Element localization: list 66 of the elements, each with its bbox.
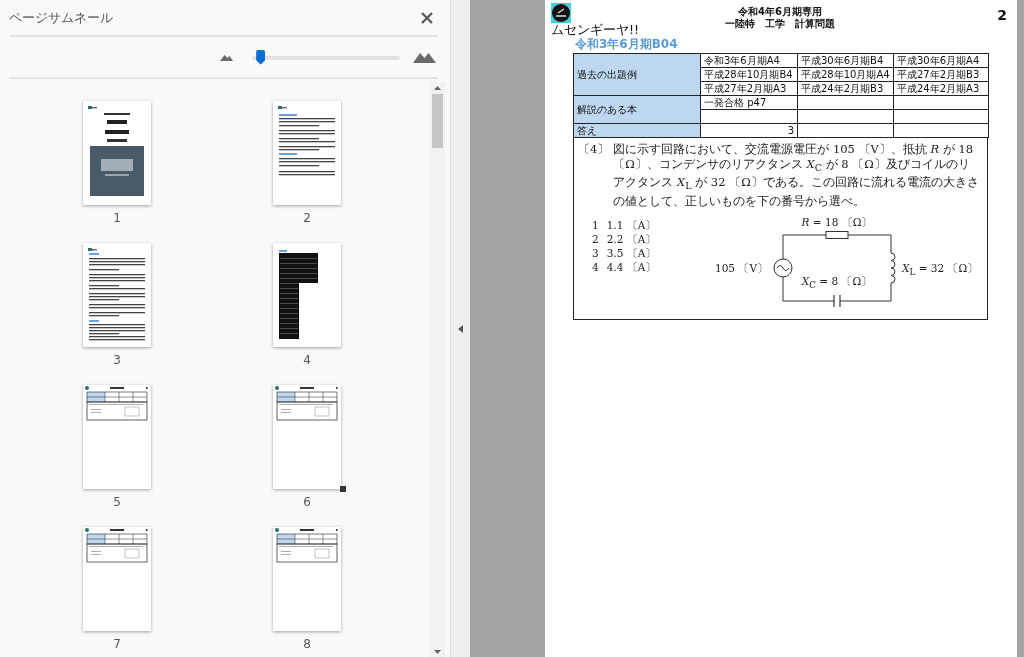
table-cell: 一発合格 p47 [700, 95, 798, 110]
table-cell: 平成28年10月期A4 [797, 67, 894, 82]
option-value: 2.2 〔A〕 [606, 232, 657, 246]
logo-text: ムセンギーヤ!! [551, 23, 640, 37]
page-number: 2 [997, 7, 1007, 23]
logo-icon [551, 3, 571, 23]
page-number-label: 1 [113, 211, 121, 225]
header-line: 一陸特 工学 計算問題 [725, 18, 835, 30]
option-number: 3 [592, 246, 599, 260]
ac-source-icon [773, 258, 793, 278]
page-number-label: 2 [303, 211, 311, 225]
page-thumbnail[interactable] [273, 527, 341, 631]
panel-title: ページサムネール [9, 9, 113, 26]
scroll-down-arrow-icon[interactable] [434, 650, 441, 654]
page-number-label: 4 [303, 353, 311, 367]
option-number: 2 [592, 232, 599, 246]
large-mountain-icon[interactable] [413, 51, 436, 63]
inductor-coil [890, 252, 896, 284]
resistor [825, 230, 849, 239]
table-cell: 3 [700, 123, 798, 138]
option-value: 1.1 〔A〕 [606, 218, 657, 232]
page-thumbnail[interactable] [83, 527, 151, 631]
scrollbar-thumb[interactable] [432, 94, 443, 148]
page-thumbnail[interactable] [83, 243, 151, 347]
scrollbar-track[interactable] [430, 82, 445, 657]
option-number: 1 [592, 218, 599, 232]
inductor-label: X$_{L}$ = 32 〔Ω〕 [902, 261, 979, 278]
page-number-label: 7 [113, 637, 121, 651]
collapse-panel-button[interactable] [458, 324, 463, 333]
row-label-cell: 過去の出題例 [573, 53, 701, 96]
question-text: 図に示す回路において、交流電源電圧が 105 〔V〕、抵抗 R が 18 〔Ω〕、コンデンサのリアクタンス X$_{C}$ が 8 〔Ω〕及びコイルのリアクタンス X$_{L}$ が 32 〔Ω〕である。この回路に流れる電流の大きさの値として、正しいものを下の番号から選べ。 [613, 142, 980, 209]
close-icon [421, 11, 433, 24]
option-number: 4 [592, 260, 599, 274]
page-thumbnail[interactable] [83, 385, 151, 489]
source-label: 105 〔V〕 [715, 261, 768, 274]
capacitor-label: X$_{C}$ = 8 〔Ω〕 [801, 274, 873, 291]
table-cell: 平成27年2月期A3 [700, 81, 798, 96]
table-cell: 平成30年6月期B4 [797, 53, 894, 68]
resistor-label: R = 18 〔Ω〕 [801, 215, 873, 228]
left-triangle-icon [458, 324, 463, 333]
page-thumbnail[interactable] [273, 243, 341, 347]
page-number-label: 6 [303, 495, 311, 509]
table-cell: 平成30年6月期A4 [893, 53, 989, 68]
close-button[interactable] [421, 11, 433, 24]
small-mountain-icon[interactable] [220, 53, 233, 61]
header-line: 令和4年6月期専用 [738, 6, 822, 18]
question-number: 〔4〕 [578, 142, 610, 157]
option-value: 4.4 〔A〕 [606, 260, 657, 274]
table-cell: 平成24年2月期A3 [893, 81, 989, 96]
table-cell: 平成27年2月期B3 [893, 67, 989, 82]
capacitor [833, 294, 841, 308]
page-number-label: 8 [303, 637, 311, 651]
table-cell: 平成28年10月期B4 [700, 67, 798, 82]
page-thumbnail[interactable] [273, 385, 341, 489]
row-label-cell: 解説のある本 [573, 95, 701, 124]
table-cell: 令和3年6月期A4 [700, 53, 798, 68]
scroll-up-arrow-icon[interactable] [434, 86, 441, 90]
page-thumbnail[interactable] [83, 101, 151, 205]
zoom-slider-track[interactable] [252, 49, 400, 65]
slider-thumb[interactable] [256, 49, 266, 65]
table-cell: 平成24年2月期B3 [797, 81, 894, 96]
section-title: 令和3年6月期B04 [575, 37, 678, 52]
option-value: 3.5 〔A〕 [606, 246, 657, 260]
page-thumbnail[interactable] [273, 101, 341, 205]
page-number-label: 5 [113, 495, 121, 509]
page-number-label: 3 [113, 353, 121, 367]
